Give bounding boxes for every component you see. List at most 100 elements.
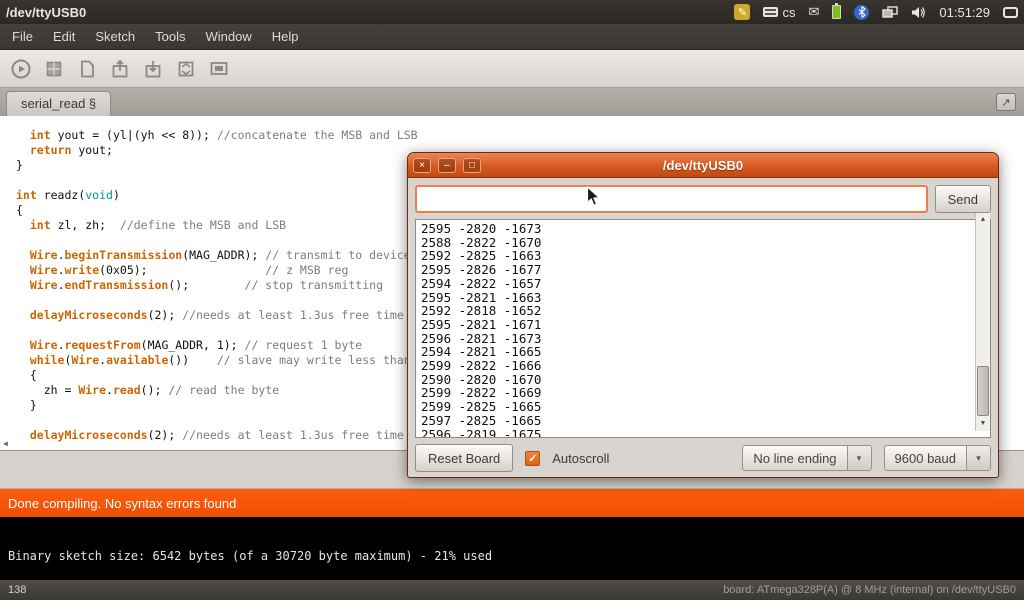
chevron-down-icon[interactable]: ▾ xyxy=(966,446,990,470)
serial-output: 2595 -2820 -16732588 -2822 -16702592 -28… xyxy=(415,219,991,438)
top-panel: /dev/ttyUSB0 ✎ cs ✉ xyxy=(0,0,1024,24)
scrollbar-thumb[interactable] xyxy=(977,366,989,416)
serial-line: 2597 -2825 -1665 xyxy=(421,414,970,428)
keyboard-layout-indicator[interactable]: cs xyxy=(763,5,795,20)
serial-line: 2599 -2822 -1669 xyxy=(421,386,970,400)
serial-line: 2590 -2820 -1670 xyxy=(421,373,970,387)
network-icon xyxy=(882,6,898,19)
menu-item-window[interactable]: Window xyxy=(195,25,261,48)
toolbar xyxy=(0,50,1024,88)
keyboard-icon xyxy=(763,7,778,17)
bluetooth-icon xyxy=(854,5,869,20)
upload-button[interactable] xyxy=(173,56,199,82)
menubar: FileEditSketchToolsWindowHelp xyxy=(0,24,1024,50)
tab-bar: serial_read § ↗ xyxy=(0,88,1024,116)
compile-status-message: Done compiling. No syntax errors found xyxy=(8,496,236,511)
serial-line: 2595 -2821 -1671 xyxy=(421,318,970,332)
send-button[interactable]: Send xyxy=(935,185,991,213)
battery-icon xyxy=(832,5,841,19)
volume-indicator[interactable] xyxy=(911,6,926,19)
scroll-down-icon[interactable]: ▼ xyxy=(976,417,990,431)
serial-send-input[interactable] xyxy=(415,185,928,213)
board-info: board: ATmega328P(A) @ 8 MHz (internal) … xyxy=(723,584,1016,596)
status-bar: 138 board: ATmega328P(A) @ 8 MHz (intern… xyxy=(0,580,1024,600)
tab-serial-read[interactable]: serial_read § xyxy=(6,91,111,116)
autoscroll-checkbox[interactable]: ✓ xyxy=(525,451,540,466)
minimize-icon: – xyxy=(444,160,450,171)
save-sketch-icon xyxy=(142,58,164,80)
session-menu-icon xyxy=(1003,7,1018,18)
serial-line: 2595 -2820 -1673 xyxy=(421,222,970,236)
menu-item-tools[interactable]: Tools xyxy=(145,25,195,48)
stop-icon xyxy=(43,58,65,80)
autoscroll-label: Autoscroll xyxy=(552,451,609,466)
serial-line: 2595 -2821 -1663 xyxy=(421,291,970,305)
serial-monitor-titlebar[interactable]: /dev/ttyUSB0 × – □ xyxy=(408,153,998,178)
open-sketch-icon xyxy=(109,58,131,80)
line-ending-select[interactable]: No line ending ▾ xyxy=(742,445,871,471)
system-tray: ✎ cs ✉ 01:5 xyxy=(734,4,1018,20)
envelope-icon: ✉ xyxy=(808,4,819,20)
serial-line: 2596 -2821 -1673 xyxy=(421,332,970,346)
serial-monitor-body: Send 2595 -2820 -16732588 -2822 -1670259… xyxy=(408,178,998,479)
new-sketch-icon xyxy=(76,58,98,80)
tab-menu-button[interactable]: ↗ xyxy=(996,93,1016,111)
menu-item-sketch[interactable]: Sketch xyxy=(85,25,145,48)
battery-indicator[interactable] xyxy=(832,5,841,19)
compile-status-bar: Done compiling. No syntax errors found xyxy=(0,489,1024,517)
check-icon: ✓ xyxy=(528,453,537,465)
keyboard-layout-label: cs xyxy=(782,5,795,20)
reset-board-button[interactable]: Reset Board xyxy=(415,444,513,472)
serial-monitor-icon xyxy=(208,58,230,80)
stop-button[interactable] xyxy=(41,56,67,82)
serial-line: 2596 -2819 -1675 xyxy=(421,428,970,438)
serial-monitor-window: /dev/ttyUSB0 × – □ Send 2595 -2820 -1673… xyxy=(407,152,999,478)
line-number-indicator: 138 xyxy=(8,584,26,596)
volume-icon xyxy=(911,6,926,19)
baud-rate-value: 9600 baud xyxy=(885,446,966,470)
verify-button[interactable] xyxy=(8,56,34,82)
serial-monitor-button[interactable] xyxy=(206,56,232,82)
serial-monitor-title: /dev/ttyUSB0 xyxy=(408,158,998,173)
close-icon: × xyxy=(419,160,425,171)
window-minimize-button[interactable]: – xyxy=(438,158,456,173)
serial-line: 2594 -2821 -1665 xyxy=(421,345,970,359)
session-menu[interactable] xyxy=(1003,7,1018,18)
serial-line: 2595 -2826 -1677 xyxy=(421,263,970,277)
serial-line: 2599 -2822 -1666 xyxy=(421,359,970,373)
serial-line: 2592 -2825 -1663 xyxy=(421,249,970,263)
tab-menu-icon: ↗ xyxy=(1001,96,1010,109)
console-output: Binary sketch size: 6542 bytes (of a 307… xyxy=(8,549,492,563)
menu-item-file[interactable]: File xyxy=(2,25,43,48)
scroll-up-icon[interactable]: ▲ xyxy=(976,213,990,227)
chevron-down-icon[interactable]: ▾ xyxy=(847,446,871,470)
menu-item-help[interactable]: Help xyxy=(262,25,309,48)
upload-icon xyxy=(175,58,197,80)
serial-line: 2588 -2822 -1670 xyxy=(421,236,970,250)
build-console: Binary sketch size: 6542 bytes (of a 307… xyxy=(0,517,1024,580)
pencil-icon: ✎ xyxy=(734,4,750,20)
code-line: int yout = (yl|(yh << 8)); //concatenate… xyxy=(16,128,1024,143)
open-sketch-button[interactable] xyxy=(107,56,133,82)
line-ending-value: No line ending xyxy=(743,446,846,470)
baud-rate-select[interactable]: 9600 baud ▾ xyxy=(884,445,991,471)
hscroll-left-icon[interactable]: ◀ xyxy=(0,436,8,451)
bluetooth-indicator[interactable] xyxy=(854,5,869,20)
window-maximize-button[interactable]: □ xyxy=(463,158,481,173)
clock-label: 01:51:29 xyxy=(939,5,990,20)
notes-indicator[interactable]: ✎ xyxy=(734,4,750,20)
menu-item-edit[interactable]: Edit xyxy=(43,25,85,48)
verify-icon xyxy=(10,58,32,80)
serial-line: 2594 -2822 -1657 xyxy=(421,277,970,291)
active-window-title: /dev/ttyUSB0 xyxy=(6,5,86,20)
maximize-icon: □ xyxy=(469,160,475,171)
serial-line: 2592 -2818 -1652 xyxy=(421,304,970,318)
messages-indicator[interactable]: ✉ xyxy=(808,4,819,20)
clock-indicator[interactable]: 01:51:29 xyxy=(939,5,990,20)
window-close-button[interactable]: × xyxy=(413,158,431,173)
serial-output-scrollbar[interactable]: ▲ ▼ xyxy=(975,213,990,431)
serial-line: 2599 -2825 -1665 xyxy=(421,400,970,414)
save-sketch-button[interactable] xyxy=(140,56,166,82)
new-sketch-button[interactable] xyxy=(74,56,100,82)
network-indicator[interactable] xyxy=(882,6,898,19)
